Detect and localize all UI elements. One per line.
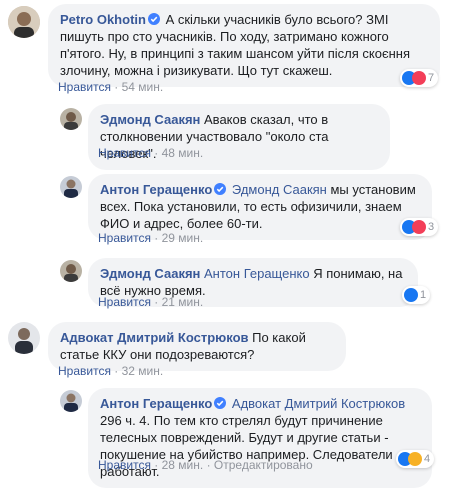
comment-meta: Нравится · 21 мин. [98, 295, 204, 309]
avatar[interactable] [60, 108, 82, 130]
like-link[interactable]: Нравится [58, 80, 111, 94]
comment-meta: Нравится · 32 мин. [58, 364, 164, 378]
reaction-summary[interactable]: 4 [396, 450, 435, 468]
comment-author[interactable]: Petro Okhotin [60, 12, 146, 27]
verified-badge-icon [214, 183, 227, 195]
verified-badge-icon [147, 13, 160, 25]
love-reaction-icon [412, 220, 426, 234]
comment-bubble: Антон Геращенко Адвокат Дмитрий Кострюко… [88, 388, 432, 488]
comment-1: Petro Okhotin А скільки учасників було в… [0, 0, 459, 100]
reaction-count: 3 [428, 221, 435, 233]
reaction-count: 1 [420, 289, 427, 301]
edited-label[interactable]: Отредактировано [214, 458, 313, 472]
comment-mention[interactable]: Адвокат Дмитрий Кострюков [232, 396, 405, 411]
comment-meta: Нравится · 54 мин. [58, 80, 164, 94]
comment-6: Антон Геращенко Адвокат Дмитрий Кострюко… [0, 384, 459, 488]
like-link[interactable]: Нравится [98, 146, 151, 160]
reaction-count: 4 [424, 453, 431, 465]
like-link[interactable]: Нравится [98, 458, 151, 472]
avatar[interactable] [8, 322, 40, 354]
comment-bubble: Эдмонд Саакян Аваков сказал, что в столк… [88, 104, 390, 170]
like-link[interactable]: Нравится [98, 295, 151, 309]
comment-3: Антон Геращенко Эдмонд Саакян мы установ… [0, 170, 459, 248]
comment-time[interactable]: 54 мин. [122, 80, 164, 94]
like-reaction-icon [404, 288, 418, 302]
avatar[interactable] [60, 260, 82, 282]
comment-meta: Нравится · 29 мин. [98, 231, 204, 245]
comment-time[interactable]: 28 мин. [162, 458, 204, 472]
avatar[interactable] [60, 390, 82, 412]
reaction-summary[interactable]: 7 [400, 69, 439, 87]
comment-author[interactable]: Антон Геращенко [100, 396, 212, 411]
comment-mention[interactable]: Эдмонд Саакян [232, 182, 327, 197]
like-link[interactable]: Нравится [98, 231, 151, 245]
haha-reaction-icon [408, 452, 422, 466]
comment-author[interactable]: Адвокат Дмитрий Кострюков [60, 330, 249, 345]
comment-2: Эдмонд Саакян Аваков сказал, что в столк… [0, 100, 459, 170]
reaction-summary[interactable]: 1 [402, 286, 431, 304]
comment-5: Адвокат Дмитрий Кострюков По какой стать… [0, 318, 459, 380]
comment-time[interactable]: 32 мин. [122, 364, 164, 378]
comment-4: Эдмонд Саакян Антон Геращенко Я понимаю,… [0, 254, 459, 314]
comment-time[interactable]: 48 мин. [162, 146, 204, 160]
reaction-summary[interactable]: 3 [400, 218, 439, 236]
comment-meta: Нравится · 48 мин. [98, 146, 204, 160]
comment-time[interactable]: 21 мин. [162, 295, 204, 309]
comment-author[interactable]: Антон Геращенко [100, 182, 212, 197]
reaction-count: 7 [428, 72, 435, 84]
comment-author[interactable]: Эдмонд Саакян [100, 266, 200, 281]
comment-meta: Нравится · 28 мин. · Отредактировано [98, 458, 313, 472]
comment-mention[interactable]: Антон Геращенко [204, 266, 310, 281]
comment-time[interactable]: 29 мин. [162, 231, 204, 245]
love-reaction-icon [412, 71, 426, 85]
comment-bubble: Petro Okhotin А скільки учасників було в… [48, 4, 440, 87]
verified-badge-icon [214, 397, 227, 409]
comment-author[interactable]: Эдмонд Саакян [100, 112, 200, 127]
avatar[interactable] [8, 6, 40, 38]
avatar[interactable] [60, 176, 82, 198]
like-link[interactable]: Нравится [58, 364, 111, 378]
